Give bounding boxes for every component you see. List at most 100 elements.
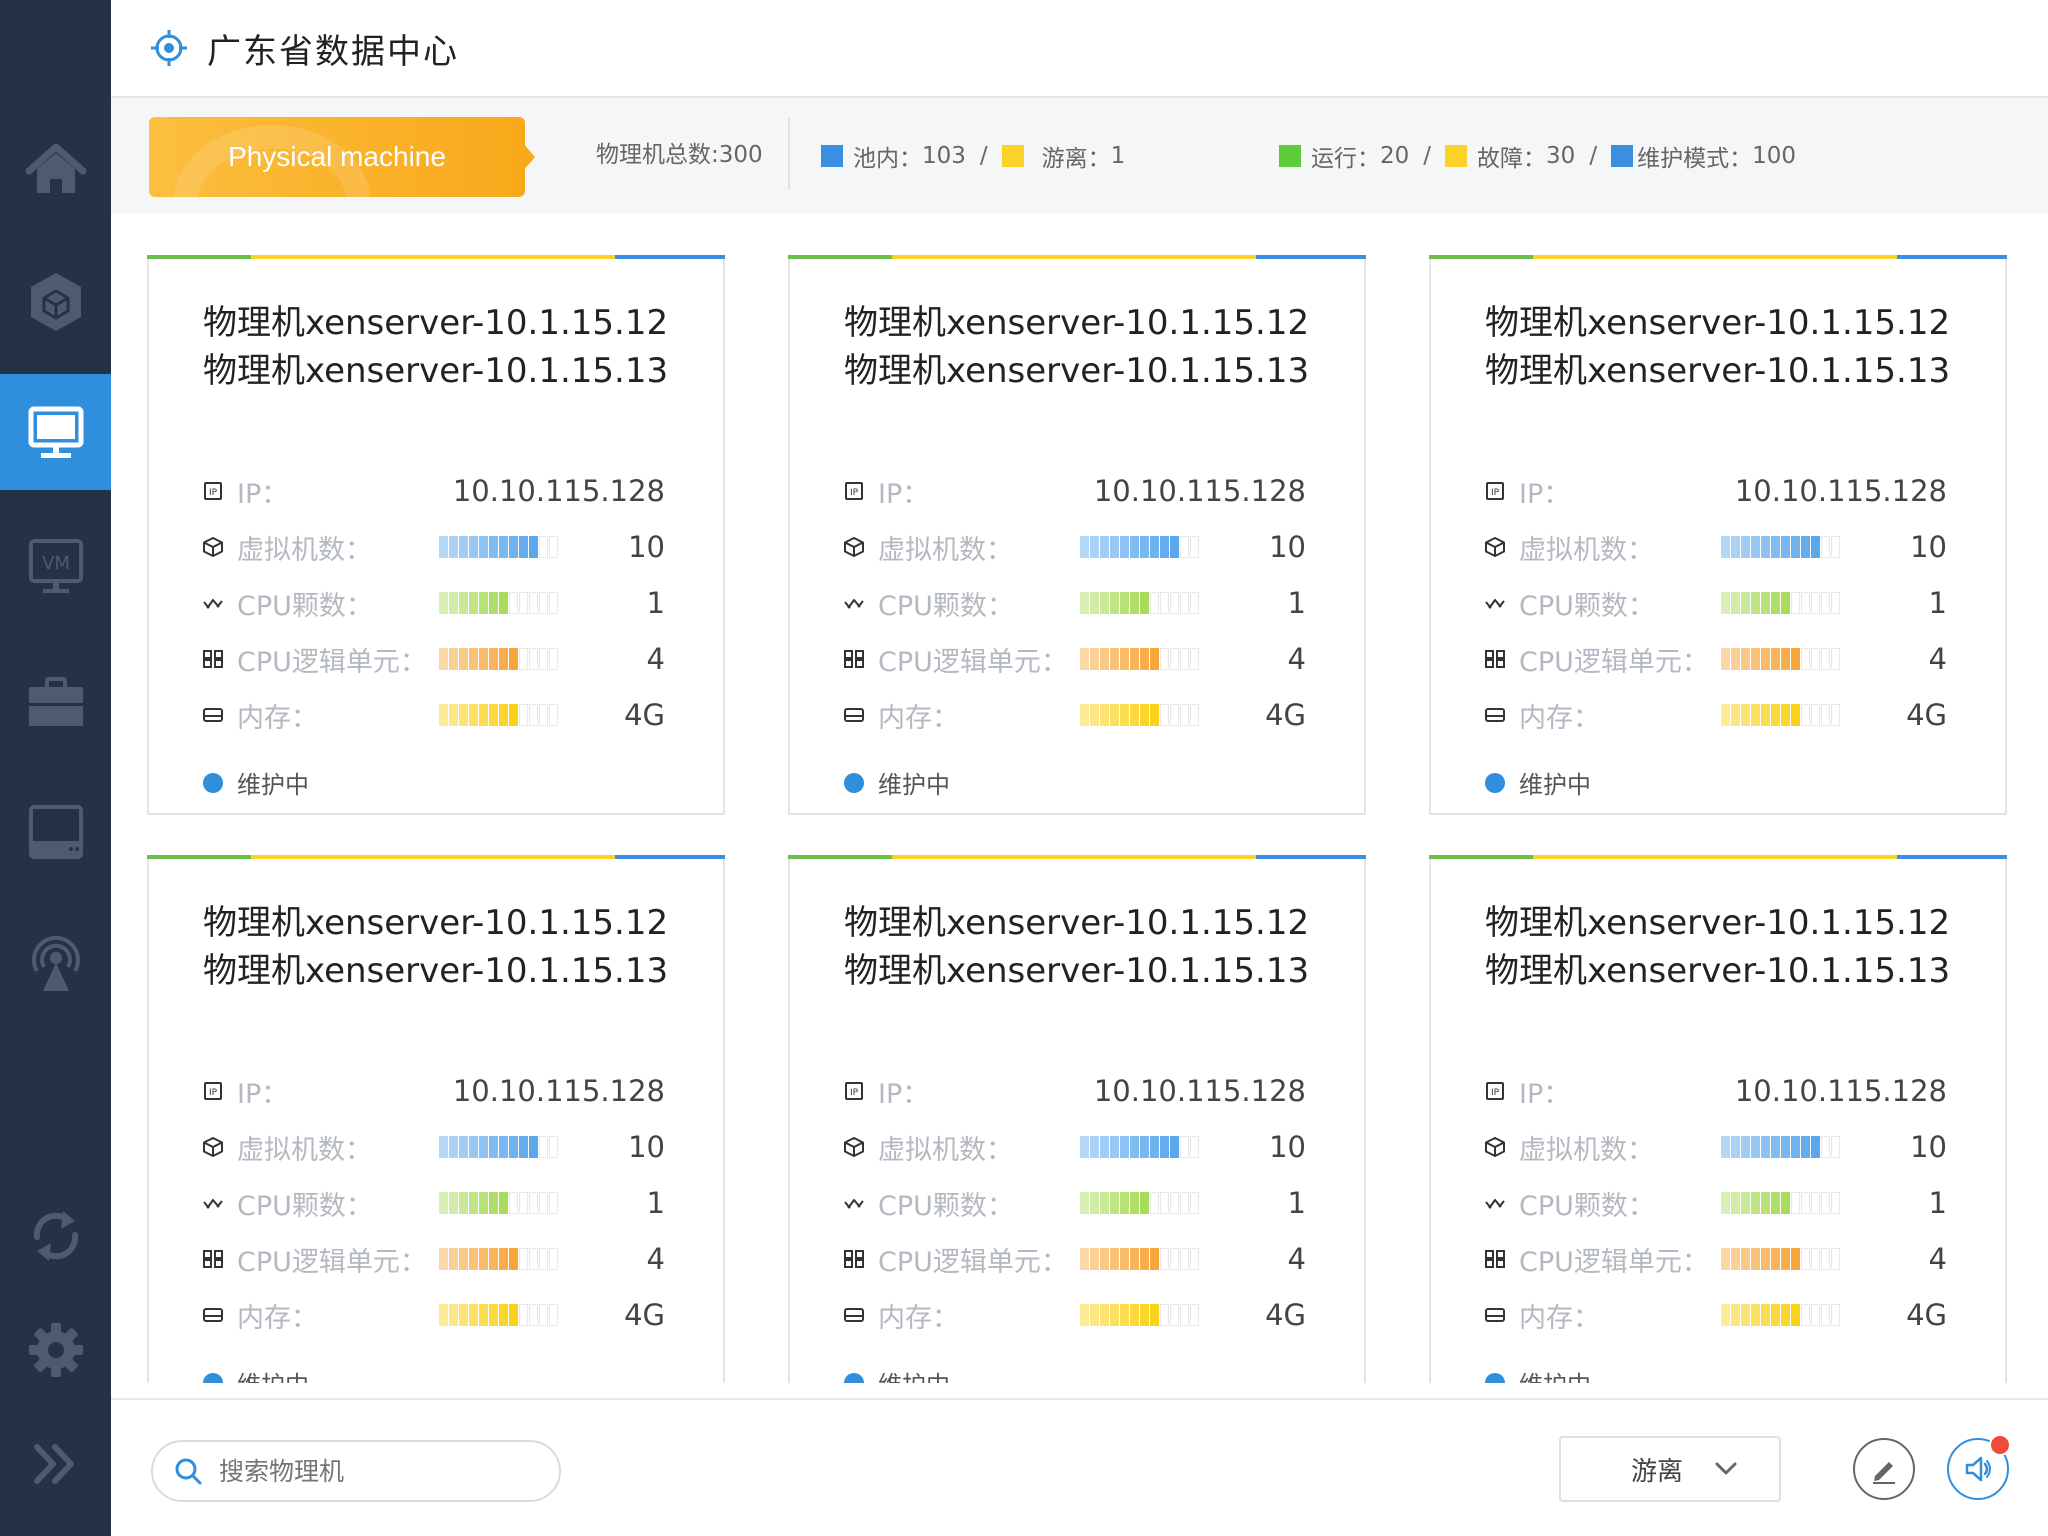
card-row-cpu-logic: CPU逻辑单元： 4 (842, 1239, 1306, 1279)
header: 广东省数据中心 (111, 0, 2048, 98)
grid-icon (201, 1247, 225, 1271)
nav-briefcase[interactable] (0, 644, 111, 760)
card-title-line1: 物理机xenserver-10.1.15.12 (1485, 303, 1951, 343)
card-row-label: 内存： (237, 1302, 318, 1334)
search-box[interactable] (151, 1440, 561, 1502)
nav-drive[interactable] (0, 774, 111, 890)
card-status: 维护中 (844, 765, 950, 800)
double-chevron-icon (33, 1444, 74, 1484)
search-input[interactable] (219, 1456, 539, 1486)
machine-card[interactable]: 物理机xenserver-10.1.15.12 物理机xenserver-10.1… (1429, 855, 2007, 1383)
card-row-vm: 虚拟机数： 10 (201, 1127, 665, 1167)
card-row-value: 1 (1287, 586, 1306, 620)
card-row-label: 虚拟机数： (878, 534, 1013, 566)
card-title-line2: 物理机xenserver-10.1.15.13 (844, 951, 1310, 991)
nav-home[interactable] (0, 112, 111, 228)
status-text: 维护中 (237, 1365, 309, 1383)
card-row-label: CPU逻辑单元： (878, 1246, 1068, 1278)
card-accent-line (147, 255, 725, 259)
search-icon (175, 1458, 202, 1485)
wave-icon (201, 591, 225, 615)
card-row-cpu: CPU颗数： 1 (1483, 583, 1947, 623)
running-legend-square (1279, 144, 1301, 167)
card-status: 维护中 (844, 1365, 950, 1383)
card-title: 物理机xenserver-10.1.15.12 物理机xenserver-10.1… (844, 899, 1309, 995)
card-row-label: CPU逻辑单元： (237, 646, 427, 678)
card-row-label: 内存： (1519, 702, 1600, 734)
nav-refresh[interactable] (0, 1178, 111, 1294)
status-dot (844, 772, 864, 793)
memory-icon (201, 703, 225, 727)
card-accent-line (1429, 855, 2007, 859)
status-dot (203, 772, 223, 793)
nav-monitor[interactable] (0, 374, 111, 490)
card-row-value: 10 (1269, 530, 1306, 564)
target-icon (149, 28, 189, 68)
card-row-value: 1 (1287, 1186, 1306, 1220)
card-row-vm: 虚拟机数： 10 (201, 527, 665, 567)
card-title: 物理机xenserver-10.1.15.12 物理机xenserver-10.1… (1485, 899, 1950, 995)
machine-card[interactable]: 物理机xenserver-10.1.15.12 物理机xenserver-10.1… (788, 255, 1366, 815)
card-row-mem: 内存： 4G (842, 695, 1306, 735)
card-row-level-bar (439, 592, 559, 614)
cube-outline-icon (842, 1135, 866, 1159)
card-row-mem: 内存： 4G (201, 1295, 665, 1335)
svg-text:IP: IP (850, 1088, 859, 1098)
card-row-value: 4G (1906, 1298, 1947, 1332)
cube-outline-icon (842, 535, 866, 559)
status-text: 维护中 (878, 771, 950, 799)
card-row-ip: IP IP： 10.10.115.128 (842, 471, 1306, 511)
drive-icon (28, 805, 83, 859)
card-row-label: CPU颗数： (237, 1190, 373, 1222)
memory-icon (842, 1303, 866, 1327)
machine-card[interactable]: 物理机xenserver-10.1.15.12 物理机xenserver-10.1… (788, 855, 1366, 1383)
wave-icon (201, 1191, 225, 1215)
card-row-label: 内存： (1519, 1302, 1600, 1334)
card-row-cpu-logic: CPU逻辑单元： 4 (1483, 639, 1947, 679)
machine-card[interactable]: 物理机xenserver-10.1.15.12 物理机xenserver-10.1… (1429, 255, 2007, 815)
card-row-level-bar (1080, 592, 1200, 614)
nav-expand[interactable] (0, 1406, 111, 1522)
maintenance-legend-square (1611, 144, 1634, 167)
nav-cube[interactable] (0, 244, 111, 360)
wave-icon (1483, 1191, 1507, 1215)
cube-icon (30, 273, 81, 331)
ip-icon: IP (842, 1079, 866, 1103)
card-row-cpu: CPU颗数： 1 (201, 583, 665, 623)
sidebar: VM (0, 0, 111, 1536)
nav-settings[interactable] (0, 1292, 111, 1408)
nav-broadcast[interactable] (0, 906, 111, 1022)
card-accent-line (147, 855, 725, 859)
status-filter-select[interactable]: 游离 (1559, 1436, 1781, 1502)
svg-text:IP: IP (1491, 1088, 1500, 1098)
running-separator: / (1423, 142, 1432, 169)
vm-icon: VM (28, 539, 83, 593)
card-row-value: 4 (1928, 642, 1947, 676)
card-row-label: 虚拟机数： (1519, 1134, 1654, 1166)
physical-machine-tag[interactable]: Physical machine (149, 117, 549, 197)
status-stats: 运行： 20 / 故障： 30 / 维护模式： 100 (1279, 98, 1796, 213)
card-row-label: CPU颗数： (1519, 1190, 1655, 1222)
edit-button[interactable] (1853, 1438, 1915, 1500)
grid-icon (842, 647, 866, 671)
card-row-level-bar (439, 1192, 559, 1214)
card-row-level-bar (1721, 1192, 1841, 1214)
ip-icon: IP (1483, 479, 1507, 503)
card-row-value: 4 (646, 642, 665, 676)
cube-outline-icon (1483, 1135, 1507, 1159)
card-row-mem: 内存： 4G (842, 1295, 1306, 1335)
nav-vm[interactable]: VM (0, 508, 111, 624)
card-accent-line (1429, 255, 2007, 259)
svg-text:IP: IP (1491, 488, 1500, 498)
machine-card[interactable]: 物理机xenserver-10.1.15.12 物理机xenserver-10.1… (147, 855, 725, 1383)
pool-value: 103 (922, 142, 966, 169)
svg-text:VM: VM (42, 553, 70, 574)
status-text: 维护中 (1519, 1365, 1591, 1383)
pool-label: 池内： (853, 145, 922, 172)
card-row-label: CPU颗数： (1519, 590, 1655, 622)
pool-stats: 池内： 103 / 游离： 1 (821, 98, 1125, 213)
announcement-button[interactable] (1947, 1434, 2011, 1500)
machine-card[interactable]: 物理机xenserver-10.1.15.12 物理机xenserver-10.1… (147, 255, 725, 815)
orphan-label: 游离： (1041, 145, 1111, 172)
card-row-value: 10.10.115.128 (1093, 474, 1306, 508)
